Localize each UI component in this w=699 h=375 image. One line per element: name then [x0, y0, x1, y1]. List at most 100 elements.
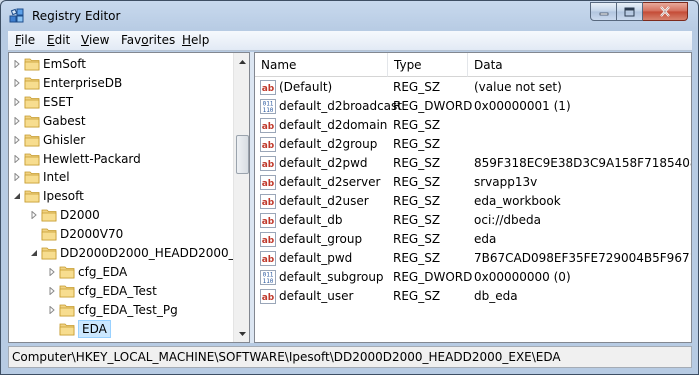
value-type: REG_DWORD	[393, 270, 473, 284]
tree-item-label: D2000	[60, 208, 100, 223]
scroll-down-button[interactable]	[234, 325, 249, 342]
tree-item[interactable]: EDA	[9, 319, 233, 339]
string-value-icon: ab	[260, 175, 276, 190]
folder-icon	[24, 115, 40, 128]
value-data: db_eda	[474, 289, 518, 303]
value-type: REG_SZ	[393, 118, 441, 132]
tree-item[interactable]: Ghisler	[9, 131, 233, 150]
tree-item[interactable]: cfg_EDA_Test	[9, 282, 233, 301]
column-header-data[interactable]: Data	[468, 53, 691, 77]
folder-icon	[24, 96, 40, 109]
menu-view[interactable]: View	[81, 33, 109, 47]
value-row[interactable]: ab default_d2server REG_SZ srvapp13v	[255, 173, 691, 192]
collapsed-arrow-icon[interactable]	[30, 211, 38, 220]
value-row[interactable]: ab default_d2pwd REG_SZ 859F318EC9E38D3C9A1…	[255, 154, 691, 173]
value-name: default_d2broadcast	[279, 99, 402, 113]
value-type: REG_DWORD	[393, 99, 473, 113]
value-type: REG_SZ	[393, 251, 441, 265]
tree-item-label: Hewlett-Packard	[43, 151, 141, 166]
svg-text:ab: ab	[262, 236, 275, 246]
minimize-button[interactable]	[590, 2, 617, 21]
collapsed-arrow-icon[interactable]	[13, 173, 21, 182]
collapsed-arrow-icon[interactable]	[13, 97, 21, 106]
tree-item[interactable]: Hewlett-Packard	[9, 150, 233, 169]
registry-editor-app-icon	[9, 8, 24, 23]
folder-icon	[41, 228, 57, 241]
tree-item-label: cfg_EDA_Test_Pg	[78, 302, 178, 317]
value-row[interactable]: ab default_db REG_SZ oci://dbeda	[255, 211, 691, 230]
menu-help[interactable]: Help	[182, 33, 209, 47]
tree-item[interactable]: D2000V70	[9, 225, 233, 244]
svg-text:ab: ab	[262, 141, 275, 151]
value-row[interactable]: 011 110 default_subgroup REG_DWORD 0x0000000…	[255, 268, 691, 287]
value-type: REG_SZ	[393, 213, 441, 227]
tree-item[interactable]: D2000	[9, 206, 233, 225]
arrow-down-icon	[238, 331, 246, 336]
close-icon	[660, 6, 670, 17]
svg-text:110: 110	[263, 278, 274, 285]
collapsed-arrow-icon[interactable]	[13, 60, 21, 68]
tree-item[interactable]: cfg_EDA_Test_Pg	[9, 301, 233, 320]
tree-item[interactable]: Intel	[9, 168, 233, 187]
value-row[interactable]: ab default_d2domain REG_SZ	[255, 116, 691, 135]
value-type: REG_SZ	[393, 175, 441, 189]
menu-edit[interactable]: Edit	[47, 33, 70, 47]
collapsed-arrow-icon[interactable]	[48, 267, 56, 276]
tree-item-label: EmSoft	[43, 57, 86, 71]
scrollbar-thumb[interactable]	[236, 135, 249, 174]
value-name: default_d2server	[279, 175, 381, 189]
tree-item[interactable]: ESET	[9, 93, 233, 112]
registry-key-tree[interactable]: EmSoft EnterpriseDB ESET Gabest Ghisler Hewle…	[8, 52, 250, 343]
tree-item[interactable]: EnterpriseDB	[9, 74, 233, 93]
collapsed-arrow-icon[interactable]	[13, 135, 21, 144]
svg-text:110: 110	[263, 107, 274, 114]
window-title: Registry Editor	[32, 9, 121, 23]
maximize-icon	[624, 7, 635, 16]
value-row[interactable]: ab default_group REG_SZ eda	[255, 230, 691, 249]
menu-file[interactable]: File	[15, 33, 35, 47]
close-button[interactable]	[643, 2, 688, 21]
scroll-up-button[interactable]	[234, 53, 249, 70]
collapsed-arrow-icon[interactable]	[13, 116, 21, 125]
tree-vertical-scrollbar[interactable]	[233, 53, 249, 342]
value-row[interactable]: ab default_user REG_SZ db_eda	[255, 287, 691, 306]
menu-favorites[interactable]: Favorites	[121, 33, 175, 47]
collapsed-arrow-icon[interactable]	[13, 154, 21, 163]
folder-icon	[24, 153, 40, 165]
string-value-icon: ab	[260, 232, 276, 247]
value-type: REG_SZ	[393, 137, 441, 151]
value-name: default_d2domain	[279, 118, 388, 132]
collapsed-arrow-icon[interactable]	[48, 305, 56, 314]
string-value-icon: ab	[260, 213, 276, 228]
registry-editor-window: Registry Editor File Edit View Favorites…	[0, 0, 699, 375]
value-row[interactable]: ab default_pwd REG_SZ 7B67CAD098EF35FE72900…	[255, 249, 691, 268]
tree-item[interactable]: Gabest	[9, 112, 233, 131]
collapsed-arrow-icon[interactable]	[48, 286, 56, 295]
folder-icon	[24, 190, 40, 203]
tree-item-label: Intel	[43, 170, 70, 185]
folder-icon	[41, 209, 57, 222]
value-row[interactable]: ab default_d2group REG_SZ	[255, 135, 691, 154]
expanded-arrow-icon[interactable]	[13, 192, 21, 200]
collapsed-arrow-icon[interactable]	[13, 78, 21, 87]
tree-item[interactable]: cfg_EDA	[9, 263, 233, 282]
value-row[interactable]: ab (Default) REG_SZ (value not set)	[255, 78, 691, 97]
value-type: REG_SZ	[393, 232, 441, 246]
registry-values-list[interactable]: Name Type Data ab (Default) REG_SZ (value n…	[254, 52, 692, 343]
value-name: default_d2pwd	[279, 156, 368, 170]
svg-text:ab: ab	[262, 122, 275, 132]
status-path: Computer\HKEY_LOCAL_MACHINE\SOFTWARE\Ipe…	[12, 350, 561, 364]
value-row[interactable]: 011 110 default_d2broadcast REG_DWORD 0x0000…	[255, 97, 691, 116]
column-header-name[interactable]: Name	[255, 53, 388, 77]
tree-item[interactable]: Ipesoft	[9, 187, 233, 206]
tree-item[interactable]: DD2000D2000_HEADD2000_EXE	[9, 244, 249, 263]
expanded-arrow-icon[interactable]	[30, 249, 38, 257]
maximize-button[interactable]	[617, 2, 643, 21]
title-bar[interactable]: Registry Editor	[1, 1, 698, 31]
tree-item[interactable]: EmSoft	[9, 55, 233, 74]
folder-icon	[59, 304, 75, 317]
value-row[interactable]: ab default_d2user REG_SZ eda_workbook	[255, 192, 691, 211]
folder-icon	[24, 134, 40, 146]
column-header-type[interactable]: Type	[388, 53, 468, 77]
svg-text:ab: ab	[262, 198, 275, 208]
